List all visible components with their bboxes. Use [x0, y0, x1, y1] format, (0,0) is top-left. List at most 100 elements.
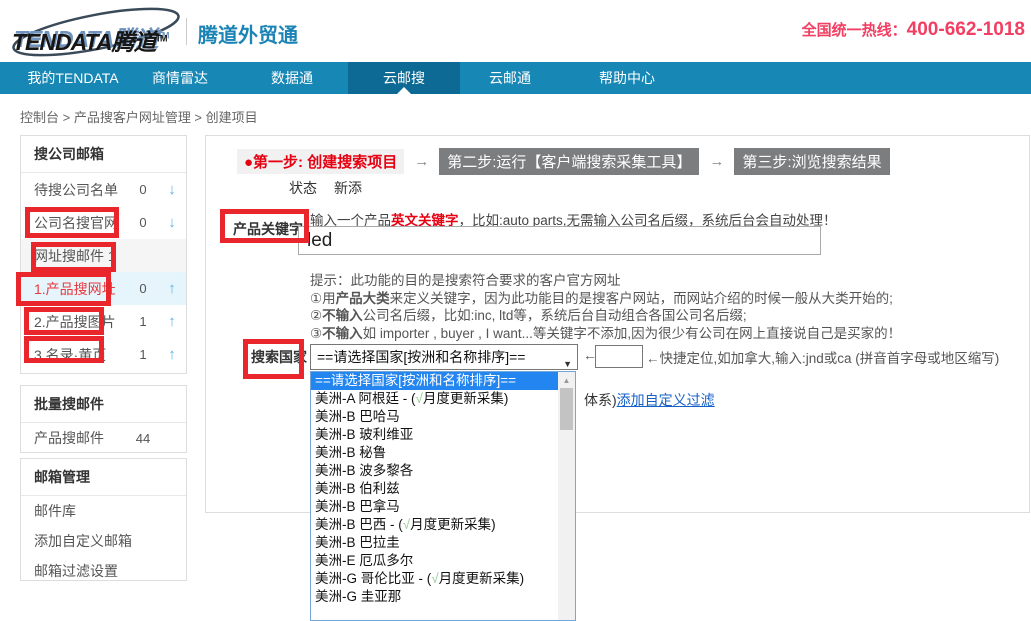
- sidebar-item[interactable]: 添加自定义邮箱: [21, 526, 186, 556]
- product-title: 腾道外贸通: [198, 19, 298, 48]
- sidebar-section-title: 邮箱管理: [21, 459, 186, 496]
- sidebar-item-count: 1: [128, 347, 158, 362]
- sidebar-rows: 产品搜邮件44: [21, 423, 186, 453]
- scroll-up-icon: ▲: [558, 372, 575, 386]
- country-option[interactable]: 美洲-B 秘鲁: [311, 444, 558, 462]
- down-arrow-icon: ↓: [158, 181, 186, 198]
- navbar: 我的TENDATA商情雷达数据通云邮搜云邮通帮助中心: [0, 62, 1031, 94]
- sidebar-item[interactable]: 产品搜邮件44: [21, 423, 186, 453]
- down-arrow-icon: ↓: [158, 214, 186, 231]
- status-label: 状态: [289, 180, 317, 196]
- status-value: 新添: [334, 180, 362, 196]
- country-option[interactable]: 美洲-B 波多黎各: [311, 462, 558, 480]
- sidebar-item-count: 1: [128, 314, 158, 329]
- step-arrow-icon: →: [414, 153, 429, 170]
- sidebar-item[interactable]: 公司名搜官网0↓: [21, 206, 186, 239]
- sidebar-item-label: 产品搜邮件: [34, 428, 128, 448]
- sidebar-item[interactable]: 待搜公司名单0↓: [21, 173, 186, 206]
- sidebar-rows: 待搜公司名单0↓公司名搜官网0↓网址搜邮件 11.产品搜网址0↑2.产品搜图片1…: [21, 173, 186, 371]
- up-arrow-icon: ↑: [158, 346, 186, 363]
- breadcrumb[interactable]: 控制台 > 产品搜客户网址管理 > 创建项目: [20, 107, 258, 126]
- tip-line: ②不输入公司名后缀，比如:inc, ltd等，系统后台自动组合各国公司名后缀;: [310, 307, 901, 325]
- sidebar-item[interactable]: 3.名录·黄页1↑: [21, 338, 186, 371]
- country-option[interactable]: 美洲-B 巴哈马: [311, 408, 558, 426]
- tip-line: 提示：此功能的目的是搜索符合要求的客户官方网址: [310, 272, 901, 290]
- nav-tab[interactable]: 我的TENDATA: [17, 62, 129, 94]
- sidebar-section-title: 搜公司邮箱: [21, 136, 186, 173]
- country-select[interactable]: ==请选择国家[按洲和名称排序]== ▼: [310, 344, 578, 370]
- sidebar-item-label: 邮件库: [34, 501, 128, 521]
- hotline: 全国统一热线：400-662-1018: [802, 19, 1025, 41]
- sidebar-item-label: 公司名搜官网: [34, 213, 128, 233]
- step-3: 第三步:浏览搜索结果: [734, 148, 889, 175]
- sidebar-item-label: 添加自定义邮箱: [34, 531, 132, 551]
- quick-locate-hint: ←快捷定位,如加拿大,输入:jnd或ca (拼音首字母或地区缩写): [646, 347, 999, 367]
- sidebar-item[interactable]: 网址搜邮件 1: [21, 239, 186, 272]
- sidebar-item-count: 0: [128, 182, 158, 197]
- header-divider: [186, 18, 187, 45]
- dropdown-scrollbar[interactable]: ▲: [558, 372, 575, 620]
- tips: 提示：此功能的目的是搜索符合要求的客户官方网址①用产品大类来定义关键字，因为此功…: [310, 272, 901, 342]
- trademark-icon: TM: [155, 33, 166, 43]
- hotline-label: 全国统一热线：: [802, 22, 907, 39]
- sidebar-item[interactable]: 2.产品搜图片1↑: [21, 305, 186, 338]
- nav-tab[interactable]: 云邮通: [454, 62, 566, 94]
- step-arrow-icon: →: [709, 153, 724, 170]
- check-icon: √: [416, 391, 423, 406]
- country-option[interactable]: 美洲-B 玻利维亚: [311, 426, 558, 444]
- sidebar-item[interactable]: 1.产品搜网址0↑: [21, 272, 186, 305]
- tip-line: ③不输入如 importer , buyer , I want...等关键字不添…: [310, 325, 901, 343]
- country-option[interactable]: 美洲-G 圭亚那: [311, 588, 558, 606]
- sidebar-item-label: 2.产品搜图片: [34, 312, 128, 332]
- nav-tab[interactable]: 数据通: [236, 62, 348, 94]
- sidebar-section-search-company-email: 搜公司邮箱 待搜公司名单0↓公司名搜官网0↓网址搜邮件 11.产品搜网址0↑2.…: [20, 135, 187, 374]
- sidebar-item-label: 网址搜邮件 1: [34, 246, 128, 266]
- status-row: 状态 新添: [289, 178, 362, 198]
- country-option[interactable]: 美洲-B 巴西 - (√月度更新采集): [311, 516, 558, 534]
- sidebar-section-batch-search-email: 批量搜邮件 产品搜邮件44: [20, 385, 187, 453]
- country-option-list: ==请选择国家[按洲和名称排序]==美洲-A 阿根廷 - (√月度更新采集)美洲…: [311, 372, 575, 606]
- tendata-logo: TENDATA腾道TM: [8, 6, 188, 58]
- sidebar-item-label: 3.名录·黄页: [34, 345, 128, 365]
- sidebar-item-label: 1.产品搜网址: [34, 279, 128, 299]
- country-option[interactable]: 美洲-E 厄瓜多尔: [311, 552, 558, 570]
- country-select-value: ==请选择国家[按洲和名称排序]==: [317, 349, 525, 365]
- country-option[interactable]: ==请选择国家[按洲和名称排序]==: [311, 372, 558, 390]
- country-dropdown-list: ==请选择国家[按洲和名称排序]==美洲-A 阿根廷 - (√月度更新采集)美洲…: [310, 371, 576, 621]
- country-option[interactable]: 美洲-B 巴拿马: [311, 498, 558, 516]
- scrollbar-thumb[interactable]: [560, 388, 573, 430]
- page-header: TENDATA腾道TM 腾道外贸通 全国统一热线：400-662-1018: [0, 0, 1031, 62]
- nav-tab[interactable]: 帮助中心: [571, 62, 683, 94]
- product-keyword-input[interactable]: [298, 226, 821, 255]
- dropdown-arrow-icon: ▼: [563, 352, 572, 370]
- up-arrow-icon: ↑: [158, 280, 186, 297]
- quick-locate-input[interactable]: [595, 345, 643, 368]
- check-icon: √: [431, 571, 438, 586]
- steps: ●第一步: 创建搜索项目→第二步:运行【客户端搜索采集工具】→第三步:浏览搜索结…: [237, 148, 890, 175]
- nav-tab[interactable]: 云邮搜: [348, 62, 460, 94]
- country-option[interactable]: 美洲-A 阿根廷 - (√月度更新采集): [311, 390, 558, 408]
- up-arrow-icon: ↑: [158, 313, 186, 330]
- sidebar-item-count: 0: [128, 281, 158, 296]
- filter-line: 体系)添加自定义过滤: [584, 390, 715, 410]
- search-country-label: 搜索国家: [251, 347, 307, 367]
- logo-text: TENDATA腾道TM: [12, 23, 166, 57]
- step-1: ●第一步: 创建搜索项目: [237, 149, 404, 174]
- country-option[interactable]: 美洲-B 巴拉圭: [311, 534, 558, 552]
- country-option[interactable]: 美洲-B 伯利兹: [311, 480, 558, 498]
- sidebar-item-count: 44: [128, 431, 158, 446]
- add-custom-filter-link[interactable]: 添加自定义过滤: [617, 392, 715, 408]
- sidebar-item[interactable]: 邮箱过滤设置: [21, 556, 186, 586]
- tip-line: ①用产品大类来定义关键字，因为此功能目的是搜客户网站，而网站介绍的时候一般从大类…: [310, 290, 901, 308]
- hotline-number: 400-662-1018: [907, 19, 1025, 40]
- product-keyword-label: 产品关键字: [233, 219, 303, 239]
- country-option[interactable]: 美洲-G 哥伦比亚 - (√月度更新采集): [311, 570, 558, 588]
- sidebar-item-label: 邮箱过滤设置: [34, 561, 128, 581]
- sidebar-rows: 邮件库添加自定义邮箱邮箱过滤设置: [21, 496, 186, 586]
- check-icon: √: [403, 517, 410, 532]
- nav-tab[interactable]: 商情雷达: [124, 62, 236, 94]
- sidebar-section-title: 批量搜邮件: [21, 386, 186, 423]
- sidebar-item-label: 待搜公司名单: [34, 180, 128, 200]
- sidebar-item[interactable]: 邮件库: [21, 496, 186, 526]
- sidebar-item-count: 0: [128, 215, 158, 230]
